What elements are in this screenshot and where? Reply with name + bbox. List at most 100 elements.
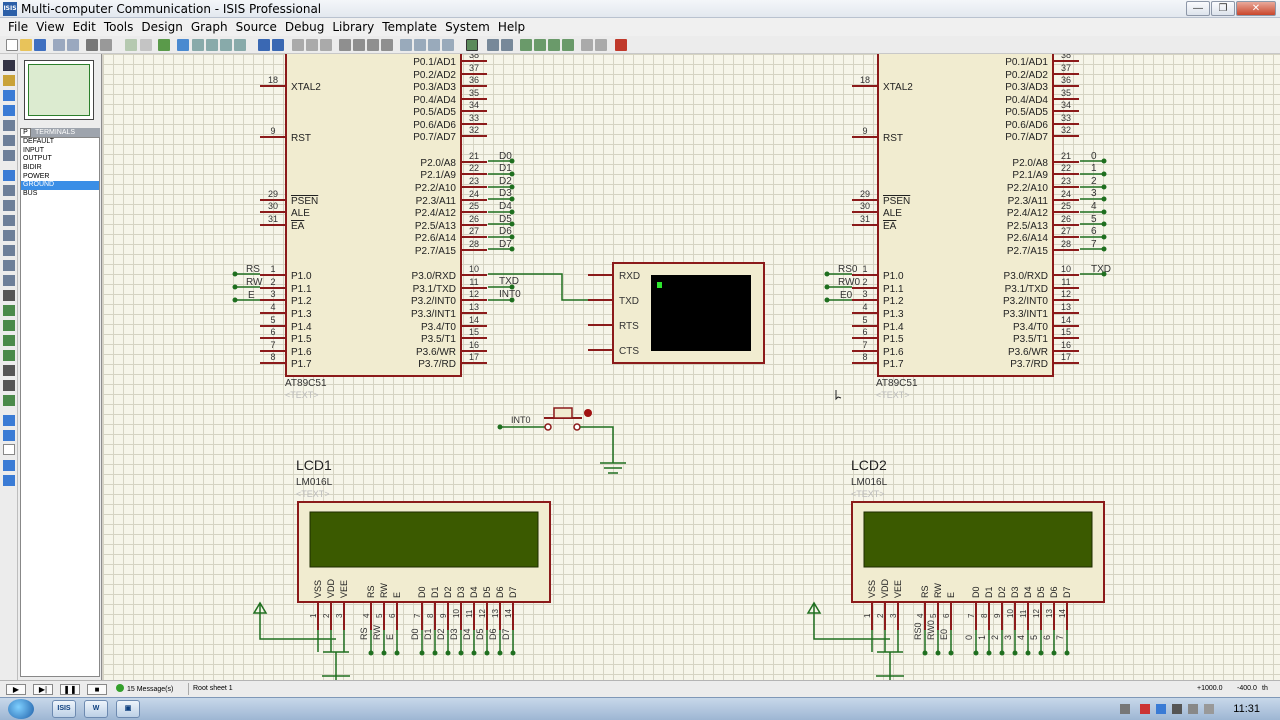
menu-view[interactable]: View (32, 20, 68, 34)
subcircuit-icon[interactable] (3, 150, 15, 161)
undo-icon[interactable] (258, 39, 270, 51)
list-item[interactable]: POWER (21, 173, 99, 182)
wire-label-icon[interactable] (3, 105, 15, 116)
property-tool-icon[interactable] (501, 39, 513, 51)
virtual-terminal[interactable]: RXD TXD RTS CTS (588, 262, 765, 364)
pause-button[interactable]: ❚❚ (60, 684, 80, 695)
tape-recorder-icon[interactable] (3, 215, 15, 226)
pick-devices-button[interactable]: P (20, 128, 31, 137)
block-rotate-icon[interactable] (367, 39, 379, 51)
path-icon[interactable] (3, 350, 15, 361)
grid-icon[interactable] (140, 39, 152, 51)
list-item[interactable]: INPUT (21, 147, 99, 156)
graph-mode-icon[interactable] (3, 200, 15, 211)
circle-icon[interactable] (3, 320, 15, 331)
rotation-angle-field[interactable] (3, 444, 15, 455)
list-item[interactable]: BUS (21, 190, 99, 199)
security-icon[interactable] (1140, 704, 1150, 714)
menu-template[interactable]: Template (378, 20, 441, 34)
save-icon[interactable] (34, 39, 46, 51)
new-sheet-icon[interactable] (520, 39, 532, 51)
marker-icon[interactable] (3, 395, 15, 406)
maximize-button[interactable]: ❐ (1211, 1, 1235, 16)
decompose-icon[interactable] (442, 39, 454, 51)
menu-library[interactable]: Library (328, 20, 378, 34)
flip-horizontal-icon[interactable] (3, 460, 15, 471)
volume-icon[interactable] (1172, 704, 1182, 714)
import-icon[interactable] (53, 39, 65, 51)
junction-dot-icon[interactable] (3, 90, 15, 101)
block-move-icon[interactable] (353, 39, 365, 51)
new-file-icon[interactable] (6, 39, 18, 51)
taskbar-word[interactable]: W (84, 700, 108, 718)
buses-icon[interactable] (3, 135, 15, 146)
copy-icon[interactable] (306, 39, 318, 51)
zoom-area-icon[interactable] (234, 39, 246, 51)
text-icon[interactable] (3, 365, 15, 376)
taskbar-isis[interactable]: ISIS (52, 700, 76, 718)
taskbar-window[interactable]: ▣ (116, 700, 140, 718)
symbol-icon[interactable] (3, 380, 15, 391)
virtual-instruments-icon[interactable] (3, 275, 15, 286)
zoom-in-icon[interactable] (192, 39, 204, 51)
push-button[interactable]: INT0 (497, 407, 627, 474)
packaging-tool-icon[interactable] (428, 39, 440, 51)
menu-help[interactable]: Help (494, 20, 529, 34)
menu-system[interactable]: System (441, 20, 494, 34)
menu-file[interactable]: File (4, 20, 32, 34)
export-icon[interactable] (67, 39, 79, 51)
stop-button[interactable]: ■ (87, 684, 107, 695)
terminals-mode-icon[interactable] (3, 170, 15, 181)
flip-vertical-icon[interactable] (3, 475, 15, 486)
power-icon[interactable] (1188, 704, 1198, 714)
action-center-icon[interactable] (1204, 704, 1214, 714)
keyboard-icon[interactable] (1120, 704, 1130, 714)
pick-device-icon[interactable] (400, 39, 412, 51)
print-area-icon[interactable] (100, 39, 112, 51)
list-item-selected[interactable]: GROUND (21, 181, 99, 191)
line-icon[interactable] (3, 290, 15, 301)
selection-mode-icon[interactable] (3, 60, 15, 71)
overview-window[interactable] (24, 60, 94, 120)
search-tag-icon[interactable] (487, 39, 499, 51)
redo-icon[interactable] (272, 39, 284, 51)
print-icon[interactable] (86, 39, 98, 51)
list-item[interactable]: BIDIR (21, 164, 99, 173)
wire-autorouter-icon[interactable] (466, 39, 478, 51)
voltage-probe-icon[interactable] (3, 245, 15, 256)
block-copy-icon[interactable] (339, 39, 351, 51)
bill-of-materials-icon[interactable] (581, 39, 593, 51)
start-button[interactable] (8, 699, 34, 719)
zoom-all-icon[interactable] (220, 39, 232, 51)
paste-icon[interactable] (320, 39, 332, 51)
menu-graph[interactable]: Graph (187, 20, 232, 34)
cut-icon[interactable] (292, 39, 304, 51)
text-script-icon[interactable] (3, 120, 15, 131)
message-count[interactable]: 15 Message(s) (116, 684, 173, 695)
menu-debug[interactable]: Debug (281, 20, 328, 34)
network-icon[interactable] (1156, 704, 1166, 714)
lcd2[interactable]: LCD2 LM016L <TEXT> VSS 1 VDD 2 VEE 3 RS 4 RS0 RW 5… (806, 457, 1105, 680)
box-icon[interactable] (3, 305, 15, 316)
schematic-canvas[interactable]: AT89C51 <TEXT> 18 XTAL2 9 RST 29 PSEN 30 ALE 31 E… (103, 54, 1280, 680)
current-probe-icon[interactable] (3, 260, 15, 271)
list-item[interactable]: OUTPUT (21, 155, 99, 164)
make-device-icon[interactable] (414, 39, 426, 51)
close-button[interactable]: ✕ (1236, 1, 1276, 16)
minimize-button[interactable]: — (1186, 1, 1210, 16)
netlist-to-ares-icon[interactable] (615, 39, 627, 51)
component-mode-icon[interactable] (3, 75, 15, 86)
menu-edit[interactable]: Edit (69, 20, 100, 34)
remove-sheet-icon[interactable] (534, 39, 546, 51)
mcu-right[interactable]: AT89C51 <TEXT> 18XTAL29RST29PSEN30ALE31E… (852, 54, 1079, 400)
step-button[interactable]: ▶| (33, 684, 53, 695)
rotate-anticlockwise-icon[interactable] (3, 430, 15, 441)
arc-icon[interactable] (3, 335, 15, 346)
list-item[interactable]: DEFAULT (21, 138, 99, 147)
origin-icon[interactable] (158, 39, 170, 51)
pan-icon[interactable] (177, 39, 189, 51)
electrical-rule-check-icon[interactable] (595, 39, 607, 51)
refresh-icon[interactable] (125, 39, 137, 51)
rotate-clockwise-icon[interactable] (3, 415, 15, 426)
menu-tools[interactable]: Tools (100, 20, 138, 34)
